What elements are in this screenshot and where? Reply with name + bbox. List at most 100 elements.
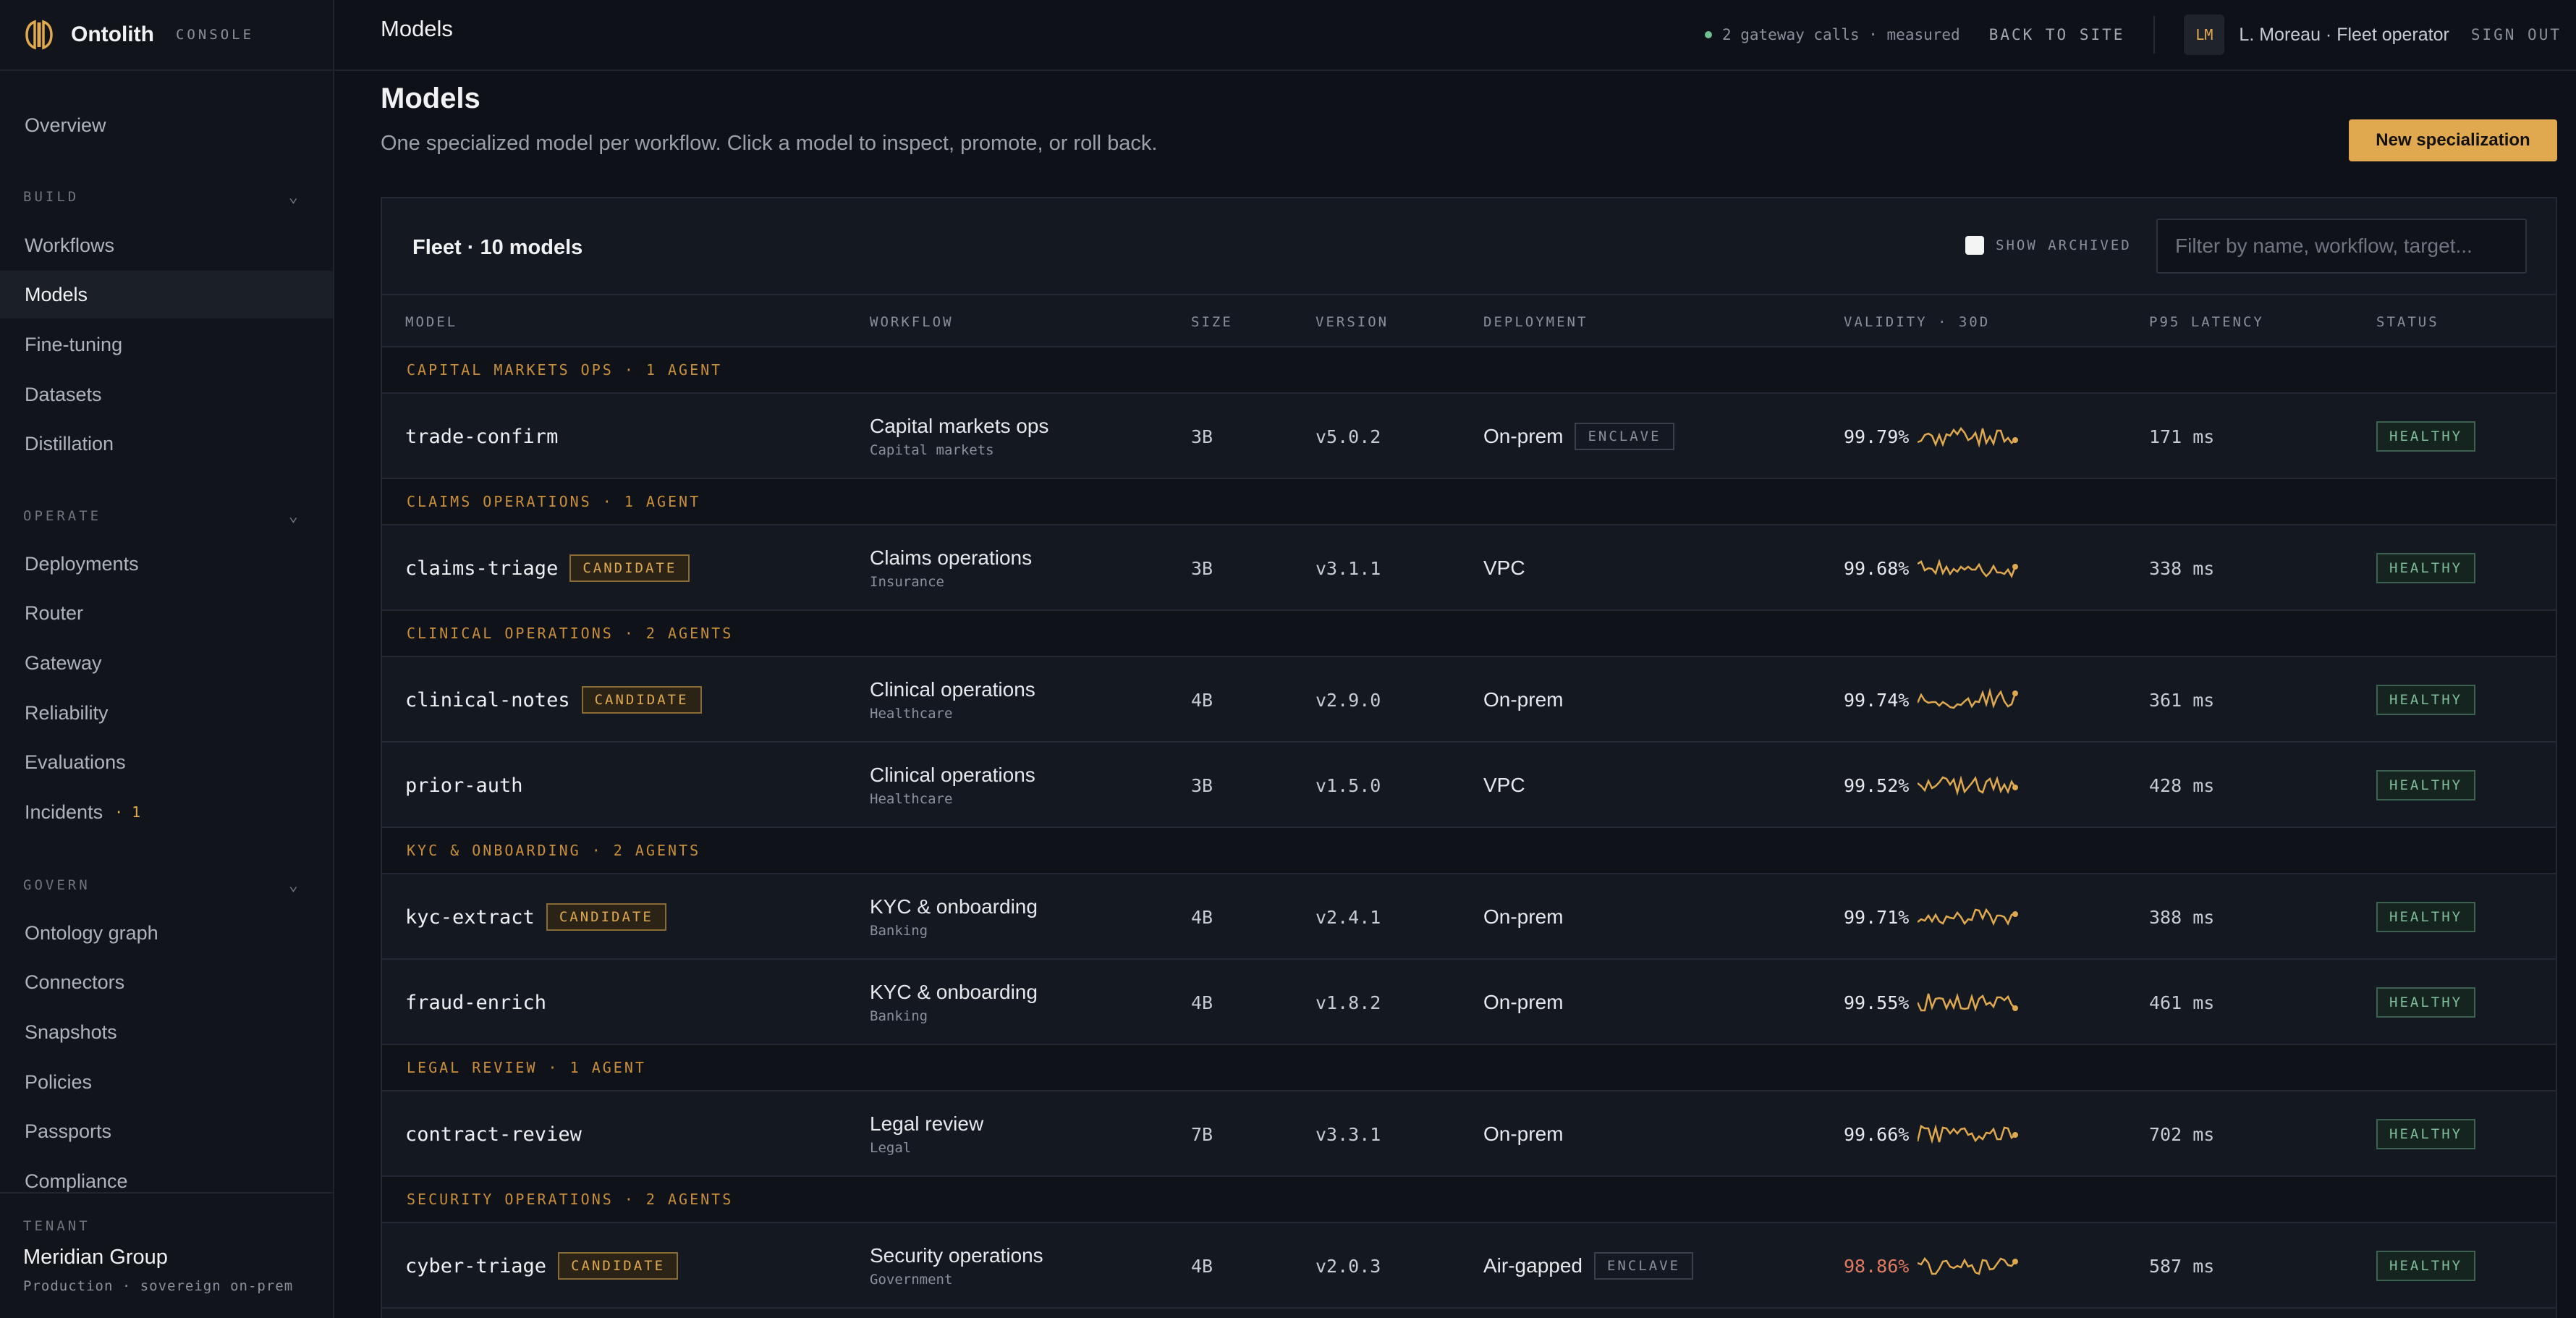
card-header: Fleet · 10 models SHOW ARCHIVED xyxy=(382,198,2556,295)
model-version: v3.3.1 xyxy=(1315,1123,1381,1145)
validity-sparkline xyxy=(1918,1124,2019,1144)
workflow-cell: KYC & onboarding Banking xyxy=(870,874,1038,960)
model-name[interactable]: kyc-extract xyxy=(405,906,535,929)
col-deployment[interactable]: DEPLOYMENT xyxy=(1483,297,1588,347)
sidebar-item-incidents[interactable]: Incidents · 1 xyxy=(0,788,333,836)
table-row[interactable]: contract-review Legal review Legal 7B v3.3.1… xyxy=(382,1091,2556,1177)
sparkline-path xyxy=(1918,1124,2017,1144)
sidebar-item-label: Datasets xyxy=(25,383,102,405)
model-name[interactable]: contract-review xyxy=(405,1123,582,1146)
version-cell: v5.0.2 xyxy=(1315,394,1381,479)
sidebar-item-fine-tuning[interactable]: Fine-tuning xyxy=(0,321,333,368)
col-p95-latency[interactable]: P95 LATENCY xyxy=(2149,297,2264,347)
sidebar-section-build[interactable]: BUILD ⌄ xyxy=(23,182,298,211)
status-badge: HEALTHY xyxy=(2376,1251,2476,1281)
table-row[interactable]: prior-auth Clinical operations Healthcare 3… xyxy=(382,743,2556,828)
workflow-sector: Banking xyxy=(870,923,928,939)
sidebar-item-label: Reliability xyxy=(25,701,109,724)
sidebar-item-evaluations[interactable]: Evaluations xyxy=(0,738,333,786)
tenant-switcher[interactable]: TENANT Meridian Group Production · sover… xyxy=(0,1192,333,1318)
back-to-site-link[interactable]: BACK TO SITE xyxy=(1989,26,2125,43)
col-version[interactable]: VERSION xyxy=(1315,297,1389,347)
model-version: v1.5.0 xyxy=(1315,774,1381,796)
gateway-status: 2 gateway calls · measured xyxy=(1721,26,1960,43)
sparkline-path xyxy=(1918,426,2017,448)
table-header: MODEL WORKFLOW SIZE VERSION DEPLOYMENT V… xyxy=(382,297,2556,347)
validity-cell: 99.68% xyxy=(1844,525,2020,611)
incidents-count-badge: · 1 xyxy=(114,803,141,821)
p95-latency: 361 ms xyxy=(2149,689,2215,711)
workflow-sector: Legal xyxy=(870,1140,912,1156)
version-cell: v2.0.3 xyxy=(1315,1223,1381,1309)
sidebar-item-snapshots[interactable]: Snapshots xyxy=(0,1008,333,1056)
sidebar-item-workflows[interactable]: Workflows xyxy=(0,221,333,269)
deployment-target: VPC xyxy=(1483,774,1525,796)
workflow-name: KYC & onboarding xyxy=(870,895,1038,918)
sidebar-item-label: Ontology graph xyxy=(25,921,158,944)
col-validity[interactable]: VALIDITY · 30D xyxy=(1844,297,1990,347)
sidebar-item-gateway[interactable]: Gateway xyxy=(0,639,333,687)
status-cell: HEALTHY xyxy=(2376,1223,2476,1309)
col-status[interactable]: STATUS xyxy=(2376,297,2439,347)
model-name[interactable]: clinical-notes xyxy=(405,689,570,711)
col-workflow[interactable]: WORKFLOW xyxy=(870,297,954,347)
sidebar-item-overview[interactable]: Overview xyxy=(0,101,333,149)
model-cell: claims-triage CANDIDATE xyxy=(405,525,690,611)
validity-value: 98.86% xyxy=(1844,1255,1910,1277)
sidebar-item-policies[interactable]: Policies xyxy=(0,1058,333,1106)
sidebar-item-router[interactable]: Router xyxy=(0,589,333,637)
validity-value: 99.71% xyxy=(1844,906,1910,928)
sidebar-item-passports[interactable]: Passports xyxy=(0,1107,333,1155)
enclave-badge: ENCLAVE xyxy=(1575,423,1674,450)
sidebar-section-operate[interactable]: OPERATE ⌄ xyxy=(23,502,298,531)
model-name[interactable]: claims-triage xyxy=(405,557,558,580)
sidebar-section-govern[interactable]: GOVERN ⌄ xyxy=(23,871,298,900)
model-name[interactable]: fraud-enrich xyxy=(405,992,546,1014)
sidebar-item-ontology-graph[interactable]: Ontology graph xyxy=(0,909,333,957)
model-name[interactable]: prior-auth xyxy=(405,774,523,797)
size-cell: 4B xyxy=(1191,960,1213,1045)
table-row[interactable]: fraud-enrich KYC & onboarding Banking 4B v1.… xyxy=(382,960,2556,1045)
col-size[interactable]: SIZE xyxy=(1191,297,1233,347)
table-row[interactable]: claims-triage CANDIDATE Claims operations I… xyxy=(382,525,2556,611)
workflow-sector: Insurance xyxy=(870,574,944,590)
model-name[interactable]: cyber-triage xyxy=(405,1255,546,1277)
brand[interactable]: Ontolith CONSOLE xyxy=(0,0,333,71)
latency-cell: 587 ms xyxy=(2149,1223,2214,1309)
deployment-cell: On-prem xyxy=(1483,1091,1563,1177)
model-name[interactable]: trade-confirm xyxy=(405,426,558,448)
sidebar-item-datasets[interactable]: Datasets xyxy=(0,371,333,418)
avatar[interactable]: LM xyxy=(2184,14,2225,55)
tenant-name: Meridian Group xyxy=(23,1246,168,1269)
model-version: v5.0.2 xyxy=(1315,426,1381,447)
sidebar-item-connectors[interactable]: Connectors xyxy=(0,958,333,1006)
brand-sub: CONSOLE xyxy=(175,27,255,43)
col-model[interactable]: MODEL xyxy=(405,297,457,347)
model-size: 7B xyxy=(1191,1123,1213,1145)
table-row[interactable]: clinical-notes CANDIDATE Clinical operatio… xyxy=(382,657,2556,743)
sidebar-item-label: Fine-tuning xyxy=(25,333,123,355)
user-name: L. Moreau · Fleet operator xyxy=(2239,24,2449,45)
validity-value: 99.66% xyxy=(1844,1123,1910,1145)
sidebar-item-label: Policies xyxy=(25,1070,93,1093)
sparkline-endpoint xyxy=(2012,437,2019,443)
show-archived-toggle[interactable]: SHOW ARCHIVED xyxy=(1965,236,2132,255)
sidebar-item-models[interactable]: Models xyxy=(0,271,333,318)
sign-out-link[interactable]: SIGN OUT xyxy=(2471,26,2562,43)
model-cell: cyber-triage CANDIDATE xyxy=(405,1223,679,1309)
show-archived-checkbox[interactable] xyxy=(1965,236,1984,255)
sidebar-item-deployments[interactable]: Deployments xyxy=(0,540,333,588)
table-row[interactable]: trade-confirm Capital markets ops Capital … xyxy=(382,394,2556,479)
model-size: 4B xyxy=(1191,689,1213,711)
size-cell: 4B xyxy=(1191,657,1213,743)
model-cell: contract-review xyxy=(405,1091,582,1177)
sidebar-item-distillation[interactable]: Distillation xyxy=(0,420,333,468)
table-row[interactable]: kyc-extract CANDIDATE KYC & onboarding Bank… xyxy=(382,874,2556,960)
show-archived-label: SHOW ARCHIVED xyxy=(1996,237,2132,253)
sparkline-endpoint xyxy=(2012,785,2019,790)
sidebar-item-reliability[interactable]: Reliability xyxy=(0,689,333,737)
filter-input[interactable] xyxy=(2156,219,2527,274)
table-row[interactable]: cyber-triage CANDIDATE Security operations… xyxy=(382,1223,2556,1309)
size-cell: 4B xyxy=(1191,874,1213,960)
new-specialization-button[interactable]: New specialization xyxy=(2349,119,2557,161)
